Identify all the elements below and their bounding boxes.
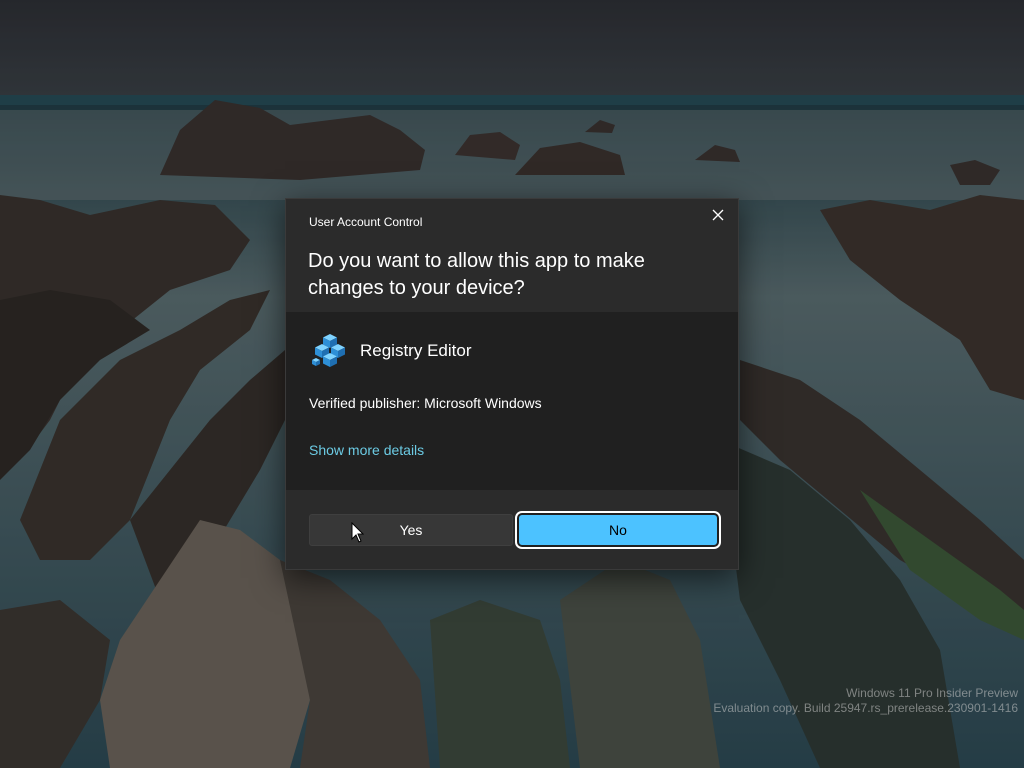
dialog-header: User Account Control Do you want to allo… — [286, 199, 738, 312]
watermark-line-1: Windows 11 Pro Insider Preview — [846, 686, 1018, 700]
mouse-pointer-icon — [351, 522, 365, 543]
watermark-line-2: Evaluation copy. Build 25947.rs_prerelea… — [713, 701, 1018, 715]
uac-dialog: User Account Control Do you want to allo… — [285, 198, 739, 570]
show-more-details-link[interactable]: Show more details — [309, 442, 424, 458]
close-icon — [712, 209, 724, 221]
no-button[interactable]: No — [519, 515, 717, 545]
dialog-title: User Account Control — [309, 215, 423, 229]
close-button[interactable] — [704, 203, 732, 227]
verified-publisher: Verified publisher: Microsoft Windows — [309, 395, 542, 411]
yes-button[interactable]: Yes — [309, 514, 513, 546]
desktop: Windows 11 Pro Insider Preview Evaluatio… — [0, 0, 1024, 768]
registry-editor-icon — [312, 334, 345, 367]
dialog-question: Do you want to allow this app to make ch… — [308, 250, 645, 299]
app-name: Registry Editor — [360, 341, 472, 360]
app-info: Registry Editor — [310, 331, 471, 371]
